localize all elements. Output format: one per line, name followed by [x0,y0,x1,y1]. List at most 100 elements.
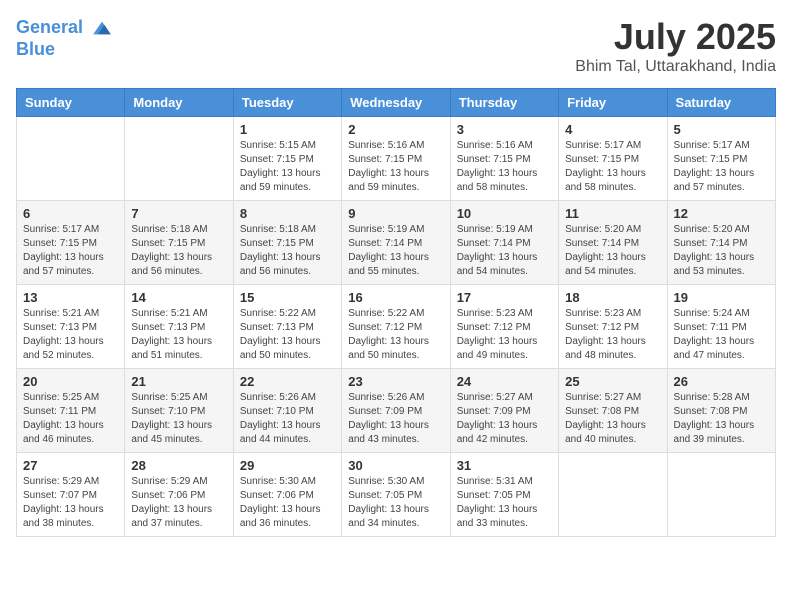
calendar-cell: 19 Sunrise: 5:24 AMSunset: 7:11 PMDayligh… [667,285,775,369]
calendar-week-row: 20Sunrise: 5:25 AMSunset: 7:11 PMDayligh… [17,369,776,453]
day-number: 4 [565,122,660,137]
calendar-cell: 9 Sunrise: 5:19 AMSunset: 7:14 PMDaylight… [342,201,450,285]
day-info: Sunrise: 5:27 AMSunset: 7:08 PMDaylight:… [565,391,660,447]
day-number: 29 [240,458,335,473]
day-number: 24 [457,374,552,389]
day-info: Sunrise: 5:22 AMSunset: 7:13 PMDaylight:… [240,307,335,363]
calendar-cell: 23 Sunrise: 5:26 AMSunset: 7:09 PMDayligh… [342,369,450,453]
calendar-cell [125,117,233,201]
calendar-cell: 3 Sunrise: 5:16 AMSunset: 7:15 PMDaylight… [450,117,558,201]
day-number: 18 [565,290,660,305]
day-number: 6 [23,206,118,221]
day-info: Sunrise: 5:26 AMSunset: 7:10 PMDaylight:… [240,391,335,447]
weekday-header: Sunday [17,89,125,117]
day-number: 11 [565,206,660,221]
day-info: Sunrise: 5:17 AMSunset: 7:15 PMDaylight:… [674,139,769,195]
day-number: 1 [240,122,335,137]
day-number: 30 [348,458,443,473]
day-info: Sunrise: 5:15 AMSunset: 7:15 PMDaylight:… [240,139,335,195]
day-info: Sunrise: 5:19 AMSunset: 7:14 PMDaylight:… [457,223,552,279]
day-number: 20 [23,374,118,389]
day-info: Sunrise: 5:17 AMSunset: 7:15 PMDaylight:… [23,223,118,279]
calendar-cell: 12 Sunrise: 5:20 AMSunset: 7:14 PMDayligh… [667,201,775,285]
day-info: Sunrise: 5:21 AMSunset: 7:13 PMDaylight:… [131,307,226,363]
calendar-cell: 22 Sunrise: 5:26 AMSunset: 7:10 PMDayligh… [233,369,341,453]
day-info: Sunrise: 5:18 AMSunset: 7:15 PMDaylight:… [131,223,226,279]
calendar-cell [667,453,775,537]
weekday-header: Saturday [667,89,775,117]
day-number: 2 [348,122,443,137]
calendar-cell: 21 Sunrise: 5:25 AMSunset: 7:10 PMDayligh… [125,369,233,453]
day-info: Sunrise: 5:16 AMSunset: 7:15 PMDaylight:… [348,139,443,195]
day-info: Sunrise: 5:23 AMSunset: 7:12 PMDaylight:… [565,307,660,363]
calendar-cell: 17 Sunrise: 5:23 AMSunset: 7:12 PMDayligh… [450,285,558,369]
calendar-cell: 25 Sunrise: 5:27 AMSunset: 7:08 PMDayligh… [559,369,667,453]
calendar-cell: 13 Sunrise: 5:21 AMSunset: 7:13 PMDayligh… [17,285,125,369]
day-number: 3 [457,122,552,137]
weekday-header: Tuesday [233,89,341,117]
day-info: Sunrise: 5:23 AMSunset: 7:12 PMDaylight:… [457,307,552,363]
calendar-cell [559,453,667,537]
day-number: 12 [674,206,769,221]
day-number: 5 [674,122,769,137]
weekday-header: Wednesday [342,89,450,117]
day-number: 19 [674,290,769,305]
day-number: 8 [240,206,335,221]
calendar-cell: 8 Sunrise: 5:18 AMSunset: 7:15 PMDaylight… [233,201,341,285]
weekday-header: Monday [125,89,233,117]
calendar-week-row: 13 Sunrise: 5:21 AMSunset: 7:13 PMDayligh… [17,285,776,369]
day-info: Sunrise: 5:19 AMSunset: 7:14 PMDaylight:… [348,223,443,279]
day-number: 21 [131,374,226,389]
day-info: Sunrise: 5:27 AMSunset: 7:09 PMDaylight:… [457,391,552,447]
calendar-cell: 16 Sunrise: 5:22 AMSunset: 7:12 PMDayligh… [342,285,450,369]
calendar-cell: 27 Sunrise: 5:29 AMSunset: 7:07 PMDayligh… [17,453,125,537]
day-number: 13 [23,290,118,305]
calendar-cell: 7 Sunrise: 5:18 AMSunset: 7:15 PMDaylight… [125,201,233,285]
day-number: 25 [565,374,660,389]
calendar-cell: 6 Sunrise: 5:17 AMSunset: 7:15 PMDaylight… [17,201,125,285]
day-number: 22 [240,374,335,389]
calendar-cell: 15 Sunrise: 5:22 AMSunset: 7:13 PMDayligh… [233,285,341,369]
day-number: 28 [131,458,226,473]
day-number: 15 [240,290,335,305]
calendar-cell: 29Sunrise: 5:30 AMSunset: 7:06 PMDayligh… [233,453,341,537]
day-info: Sunrise: 5:22 AMSunset: 7:12 PMDaylight:… [348,307,443,363]
calendar-cell: 1 Sunrise: 5:15 AMSunset: 7:15 PMDaylight… [233,117,341,201]
calendar-cell: 20Sunrise: 5:25 AMSunset: 7:11 PMDayligh… [17,369,125,453]
day-info: Sunrise: 5:28 AMSunset: 7:08 PMDaylight:… [674,391,769,447]
day-info: Sunrise: 5:17 AMSunset: 7:15 PMDaylight:… [565,139,660,195]
calendar-cell: 31Sunrise: 5:31 AMSunset: 7:05 PMDayligh… [450,453,558,537]
day-info: Sunrise: 5:30 AMSunset: 7:05 PMDaylight:… [348,475,443,531]
calendar-cell: 26Sunrise: 5:28 AMSunset: 7:08 PMDayligh… [667,369,775,453]
day-number: 17 [457,290,552,305]
logo: General Blue [16,16,114,60]
calendar-cell: 2 Sunrise: 5:16 AMSunset: 7:15 PMDaylight… [342,117,450,201]
calendar-week-row: 1 Sunrise: 5:15 AMSunset: 7:15 PMDaylight… [17,117,776,201]
day-number: 27 [23,458,118,473]
day-number: 16 [348,290,443,305]
weekday-header: Friday [559,89,667,117]
day-number: 7 [131,206,226,221]
day-info: Sunrise: 5:20 AMSunset: 7:14 PMDaylight:… [674,223,769,279]
logo-blue: Blue [16,40,114,60]
calendar-cell: 18 Sunrise: 5:23 AMSunset: 7:12 PMDayligh… [559,285,667,369]
calendar-week-row: 27 Sunrise: 5:29 AMSunset: 7:07 PMDayligh… [17,453,776,537]
day-number: 9 [348,206,443,221]
day-info: Sunrise: 5:26 AMSunset: 7:09 PMDaylight:… [348,391,443,447]
calendar-cell: 14Sunrise: 5:21 AMSunset: 7:13 PMDayligh… [125,285,233,369]
day-info: Sunrise: 5:25 AMSunset: 7:10 PMDaylight:… [131,391,226,447]
day-info: Sunrise: 5:24 AMSunset: 7:11 PMDaylight:… [674,307,769,363]
calendar-cell: 28Sunrise: 5:29 AMSunset: 7:06 PMDayligh… [125,453,233,537]
day-info: Sunrise: 5:29 AMSunset: 7:07 PMDaylight:… [23,475,118,531]
logo-text: General [16,16,114,40]
calendar-table: SundayMondayTuesdayWednesdayThursdayFrid… [16,88,776,537]
calendar-cell: 24 Sunrise: 5:27 AMSunset: 7:09 PMDayligh… [450,369,558,453]
day-number: 23 [348,374,443,389]
calendar-cell: 30 Sunrise: 5:30 AMSunset: 7:05 PMDayligh… [342,453,450,537]
location-title: Bhim Tal, Uttarakhand, India [575,58,776,76]
day-info: Sunrise: 5:16 AMSunset: 7:15 PMDaylight:… [457,139,552,195]
calendar-header-row: SundayMondayTuesdayWednesdayThursdayFrid… [17,89,776,117]
day-info: Sunrise: 5:31 AMSunset: 7:05 PMDaylight:… [457,475,552,531]
day-info: Sunrise: 5:21 AMSunset: 7:13 PMDaylight:… [23,307,118,363]
day-info: Sunrise: 5:18 AMSunset: 7:15 PMDaylight:… [240,223,335,279]
